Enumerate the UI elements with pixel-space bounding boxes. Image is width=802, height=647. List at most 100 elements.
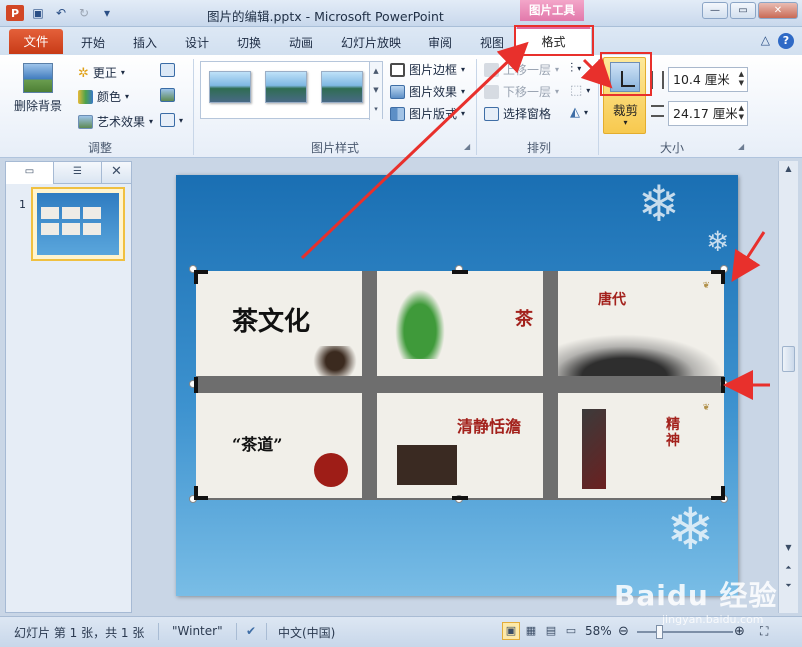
send-backward-button[interactable]: 下移一层 ▾ — [484, 83, 559, 100]
width-spinner[interactable]: 24.17 厘米 ▲ ▼ — [668, 101, 748, 126]
maximize-button[interactable]: ▭ — [730, 2, 756, 19]
crop-dropdown-icon[interactable]: ▾ — [604, 118, 647, 127]
zoom-in-icon[interactable]: ⊕ — [734, 624, 745, 639]
ribbon-tab-row: 文件 开始 插入 设计 切换 动画 幻灯片放映 审阅 视图 格式 △ ? — [0, 27, 802, 56]
crop-edge-handle[interactable] — [452, 270, 468, 274]
crop-corner-handle[interactable] — [194, 486, 208, 500]
theme-status[interactable]: "Winter" — [172, 624, 223, 638]
baidu-watermark: Baidu 经验 — [614, 579, 778, 612]
spell-check-icon[interactable]: ✔ — [246, 624, 256, 638]
height-spin-arrows[interactable]: ▲ ▼ — [739, 70, 744, 88]
rotate-button[interactable]: ◭ ▾ — [570, 105, 588, 120]
vertical-scrollbar[interactable]: ▲ ▼ ⏶ ⏷ — [778, 161, 798, 613]
color-button[interactable]: 颜色 ▾ — [78, 88, 129, 105]
next-slide-icon[interactable]: ⏷ — [779, 581, 798, 591]
width-spin-arrows[interactable]: ▲ ▼ — [739, 104, 744, 122]
picture-effects-label: 图片效果 — [409, 85, 458, 99]
height-spinner[interactable]: 10.4 厘米 ▲ ▼ — [668, 67, 748, 92]
slide-editor: ❄ ❄ ❄ 茶文化 茶 ❦ 唐代 “茶道” 清静恬澹 ❦ 精神 — [136, 161, 778, 613]
bring-forward-button[interactable]: 上移一层 ▾ — [484, 61, 559, 78]
remove-background-button[interactable]: 删除背景 — [10, 63, 66, 114]
close-button[interactable]: ✕ — [758, 2, 798, 19]
status-separator — [266, 623, 267, 640]
undo-icon[interactable]: ↶ — [52, 5, 70, 21]
height-value: 10.4 厘米 — [673, 72, 730, 87]
zoom-slider-knob[interactable] — [656, 625, 663, 639]
crop-corner-handle[interactable] — [711, 270, 725, 284]
selection-pane-button[interactable]: 选择窗格 — [484, 105, 551, 122]
picture-layout-button[interactable]: 图片版式 ▾ — [390, 105, 465, 122]
picture-styles-gallery[interactable]: ▲ ▼ ▾ — [200, 61, 383, 120]
picture-border-button[interactable]: 图片边框 ▾ — [390, 61, 465, 78]
crop-edge-handle[interactable] — [194, 377, 198, 393]
gallery-scroll[interactable]: ▲ ▼ ▾ — [369, 62, 382, 120]
panel-title: “茶道” — [232, 435, 283, 454]
scroll-up-icon[interactable]: ▲ — [779, 164, 798, 173]
slide-canvas[interactable]: ❄ ❄ ❄ 茶文化 茶 ❦ 唐代 “茶道” 清静恬澹 ❦ 精神 — [176, 175, 738, 596]
tab-slides[interactable]: ▭ — [6, 162, 54, 184]
slideshow-view-icon[interactable]: ▭ — [562, 622, 580, 640]
artistic-effects-label: 艺术效果 — [97, 115, 146, 129]
scroll-thumb[interactable] — [782, 346, 795, 372]
tab-review[interactable]: 审阅 — [428, 34, 452, 51]
crop-corner-handle[interactable] — [711, 486, 725, 500]
reset-picture-button[interactable]: ▾ — [160, 113, 183, 127]
crop-edge-handle[interactable] — [721, 377, 725, 393]
size-launcher-icon[interactable]: ◢ — [738, 142, 744, 151]
save-icon[interactable]: ▣ — [29, 5, 47, 21]
compress-pictures-button[interactable] — [160, 63, 175, 77]
redo-icon[interactable]: ↻ — [75, 5, 93, 21]
normal-view-icon[interactable]: ▣ — [502, 622, 520, 640]
artistic-effects-button[interactable]: 艺术效果 ▾ — [78, 113, 153, 130]
picture-styles-launcher-icon[interactable]: ◢ — [464, 142, 470, 151]
corrections-button[interactable]: ✲ 更正 ▾ — [78, 64, 125, 81]
picture-effects-icon — [390, 84, 405, 99]
minimize-button[interactable]: — — [702, 2, 728, 19]
picture-effects-button[interactable]: 图片效果 ▾ — [390, 83, 465, 100]
sun-icon: ✲ — [78, 65, 89, 81]
width-value: 24.17 厘米 — [673, 106, 738, 121]
tab-view[interactable]: 视图 — [480, 34, 504, 51]
language-status[interactable]: 中文(中国) — [278, 624, 335, 641]
zoom-slider[interactable] — [637, 631, 733, 633]
group-separator — [193, 59, 194, 155]
powerpoint-logo-icon[interactable]: P — [6, 5, 24, 21]
zoom-out-icon[interactable]: ⊖ — [618, 624, 629, 639]
picture-border-label: 图片边框 — [409, 63, 458, 77]
group-separator — [598, 59, 599, 155]
align-button[interactable]: ⫶ ▾ — [570, 61, 581, 76]
slide-sorter-view-icon[interactable]: ▦ — [522, 622, 540, 640]
ribbon-collapse-icon[interactable]: △ — [761, 33, 770, 49]
tab-insert[interactable]: 插入 — [133, 34, 157, 51]
scroll-down-icon[interactable]: ▼ — [779, 543, 798, 552]
picture-style-thumb[interactable] — [321, 71, 363, 103]
selected-picture[interactable]: 茶文化 茶 ❦ 唐代 “茶道” 清静恬澹 ❦ 精神 — [196, 271, 724, 500]
previous-slide-icon[interactable]: ⏶ — [779, 563, 798, 573]
change-picture-button[interactable] — [160, 88, 175, 102]
color-label: 颜色 — [97, 90, 122, 104]
tab-design[interactable]: 设计 — [185, 34, 209, 51]
close-pane-icon[interactable]: ✕ — [102, 162, 131, 184]
reading-view-icon[interactable]: ▤ — [542, 622, 560, 640]
help-icon[interactable]: ? — [778, 33, 794, 49]
bring-forward-icon — [484, 62, 499, 77]
slide-thumbnail[interactable] — [31, 187, 125, 261]
tab-outline[interactable]: ☰ — [54, 162, 102, 184]
picture-style-thumb[interactable] — [265, 71, 307, 103]
picture-style-thumb[interactable] — [209, 71, 251, 103]
group-button[interactable]: ⬚ ▾ — [570, 83, 590, 98]
tab-transitions[interactable]: 切换 — [237, 34, 261, 51]
remove-background-icon — [23, 63, 53, 93]
tab-file[interactable]: 文件 — [9, 29, 63, 54]
panel-title: 精神 — [666, 417, 680, 449]
crop-corner-handle[interactable] — [194, 270, 208, 284]
arrange-group-label: 排列 — [526, 141, 551, 155]
tab-animations[interactable]: 动画 — [289, 34, 313, 51]
height-icon — [651, 71, 664, 89]
fit-to-window-icon[interactable]: ⛶ — [760, 624, 768, 639]
customize-qat-icon[interactable]: ▾ — [98, 5, 116, 21]
zoom-level[interactable]: 58% — [585, 624, 612, 638]
tab-home[interactable]: 开始 — [81, 34, 105, 51]
tab-slideshow[interactable]: 幻灯片放映 — [341, 34, 401, 51]
crop-edge-handle[interactable] — [452, 496, 468, 500]
